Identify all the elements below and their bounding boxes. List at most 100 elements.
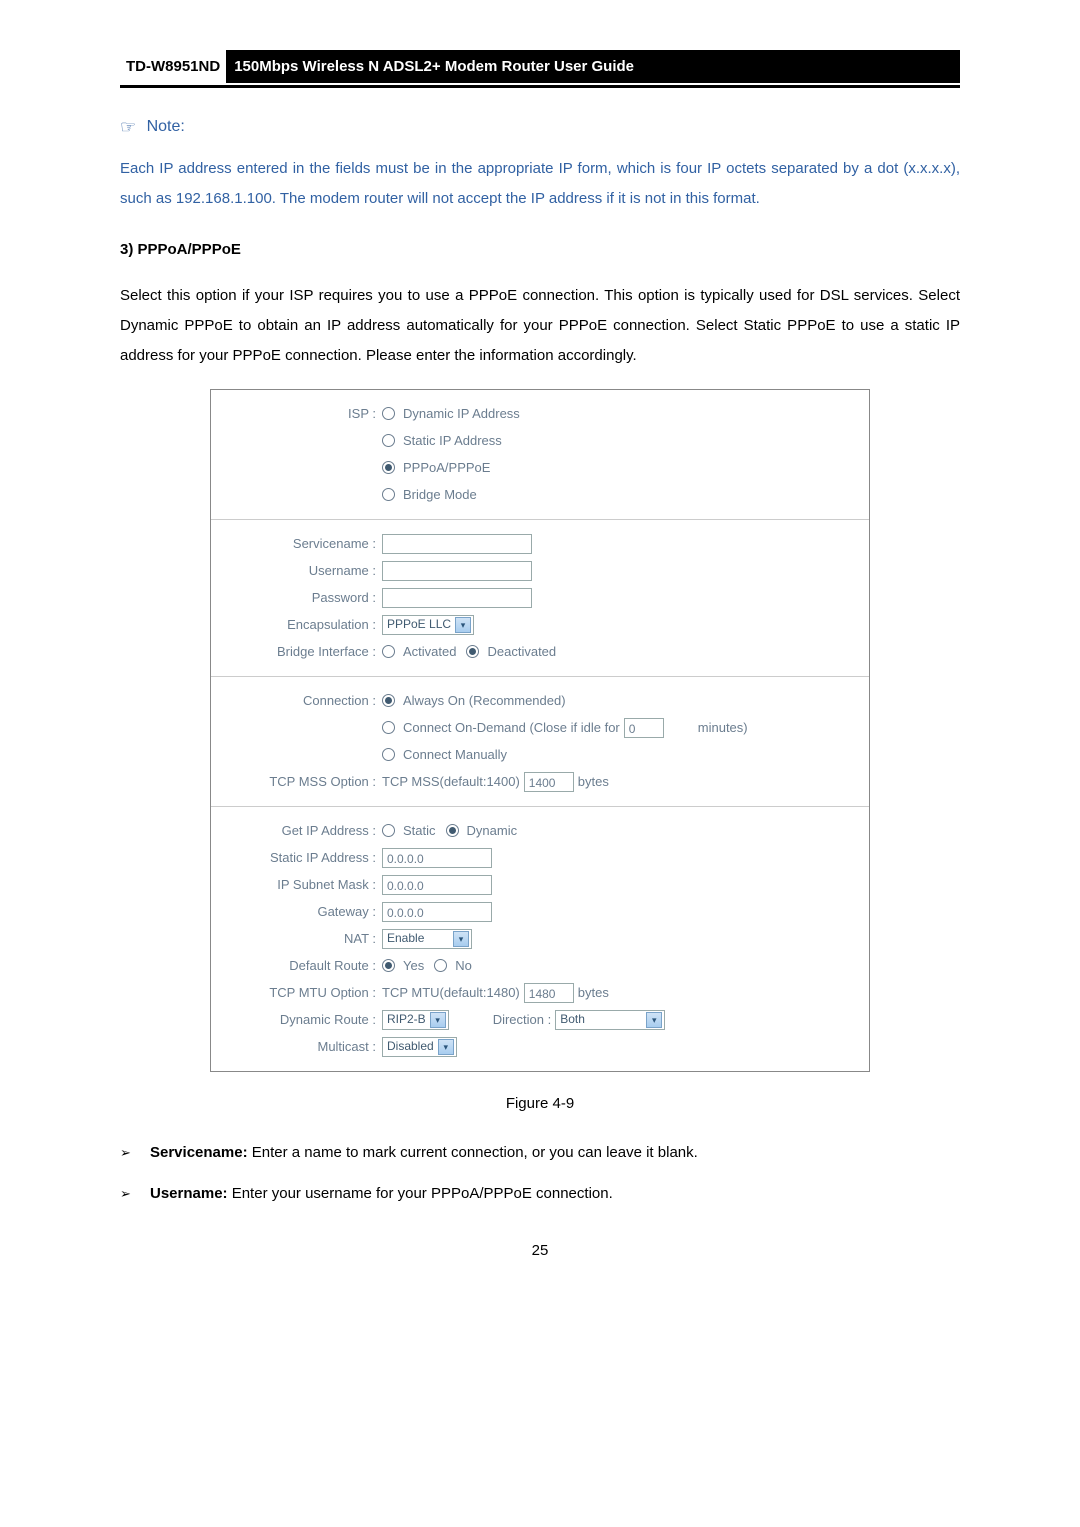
username-label: Username :: [227, 559, 382, 582]
section-body: Select this option if your ISP requires …: [120, 281, 960, 371]
tcp-mtu-pre: TCP MTU(default:1480): [382, 981, 520, 1004]
bullet-item: ➢ Username: Enter your username for your…: [120, 1180, 960, 1207]
default-route-yes-text: Yes: [403, 954, 424, 977]
getip-dynamic-radio[interactable]: [446, 824, 459, 837]
ip-section: Get IP Address : Static Dynamic Static I…: [211, 807, 869, 1071]
tcp-mss-bytes: bytes: [578, 770, 609, 793]
nat-select[interactable]: Enable ▾: [382, 929, 472, 949]
header-inner: TD-W8951ND 150Mbps Wireless N ADSL2+ Mod…: [120, 50, 960, 83]
connection-label: Connection :: [227, 689, 382, 712]
conn-ondemand-radio[interactable]: [382, 721, 395, 734]
config-figure: ISP : Dynamic IP Address Static IP Addre…: [120, 389, 960, 1072]
conn-always-radio[interactable]: [382, 694, 395, 707]
isp-pppoa-text: PPPoA/PPPoE: [403, 456, 490, 479]
getip-static-text: Static: [403, 819, 436, 842]
conn-manual-text: Connect Manually: [403, 743, 507, 766]
nat-label: NAT :: [227, 927, 382, 950]
connection-section: Connection : Always On (Recommended) Con…: [211, 677, 869, 807]
password-input[interactable]: [382, 588, 532, 608]
multicast-label: Multicast :: [227, 1035, 382, 1058]
pointing-hand-icon: ☞: [120, 118, 136, 136]
nat-value: Enable: [387, 928, 424, 950]
figure-caption: Figure 4-9: [120, 1090, 960, 1117]
isp-static-text: Static IP Address: [403, 429, 502, 452]
bullet-item: ➢ Servicename: Enter a name to mark curr…: [120, 1139, 960, 1166]
chevron-down-icon: ▾: [455, 617, 471, 633]
note-label: ☞ Note:: [120, 113, 960, 142]
chevron-down-icon: ▾: [646, 1012, 662, 1028]
conn-idle-input[interactable]: 0: [624, 718, 664, 738]
bullet-rest: Enter a name to mark current connection,…: [248, 1144, 698, 1161]
servicename-input[interactable]: [382, 534, 532, 554]
tcp-mtu-label: TCP MTU Option :: [227, 981, 382, 1004]
static-ip-input[interactable]: 0.0.0.0: [382, 848, 492, 868]
default-route-no-radio[interactable]: [434, 959, 447, 972]
model-id: TD-W8951ND: [120, 50, 226, 83]
doc-title: 150Mbps Wireless N ADSL2+ Modem Router U…: [226, 50, 960, 83]
encapsulation-select[interactable]: PPPoE LLC ▾: [382, 615, 474, 635]
conn-always-text: Always On (Recommended): [403, 689, 566, 712]
getip-dynamic-text: Dynamic: [467, 819, 518, 842]
direction-select[interactable]: Both ▾: [555, 1010, 665, 1030]
isp-section: ISP : Dynamic IP Address Static IP Addre…: [211, 390, 869, 520]
servicename-label: Servicename :: [227, 532, 382, 555]
direction-label: Direction :: [493, 1008, 552, 1031]
credentials-section: Servicename : Username : Password : Enca…: [211, 520, 869, 677]
tcp-mss-label: TCP MSS Option :: [227, 770, 382, 793]
bullet-text: Username: Enter your username for your P…: [150, 1180, 613, 1207]
username-input[interactable]: [382, 561, 532, 581]
gateway-label: Gateway :: [227, 900, 382, 923]
bridge-activated-text: Activated: [403, 640, 456, 663]
isp-bridge-text: Bridge Mode: [403, 483, 477, 506]
getip-static-radio[interactable]: [382, 824, 395, 837]
subnet-label: IP Subnet Mask :: [227, 873, 382, 896]
page-number: 25: [120, 1237, 960, 1264]
dynamic-route-value: RIP2-B: [387, 1009, 426, 1031]
note-body: Each IP address entered in the fields mu…: [120, 154, 960, 214]
dynamic-route-label: Dynamic Route :: [227, 1008, 382, 1031]
subnet-input[interactable]: 0.0.0.0: [382, 875, 492, 895]
section-heading: 3) PPPoA/PPPoE: [120, 236, 960, 263]
bridge-deactivated-radio[interactable]: [466, 645, 479, 658]
static-ip-label: Static IP Address :: [227, 846, 382, 869]
conn-ondemand-post: minutes): [698, 716, 748, 739]
default-route-yes-radio[interactable]: [382, 959, 395, 972]
tcp-mtu-bytes: bytes: [578, 981, 609, 1004]
direction-value: Both: [560, 1009, 585, 1031]
isp-pppoa-radio[interactable]: [382, 461, 395, 474]
chevron-down-icon: ▾: [438, 1039, 454, 1055]
bridge-activated-radio[interactable]: [382, 645, 395, 658]
note-label-text: Note:: [147, 118, 185, 135]
bullet-bold: Username:: [150, 1185, 228, 1202]
doc-header: TD-W8951ND 150Mbps Wireless N ADSL2+ Mod…: [120, 50, 960, 88]
multicast-value: Disabled: [387, 1036, 434, 1058]
bullet-bold: Servicename:: [150, 1144, 248, 1161]
bullet-arrow-icon: ➢: [120, 1139, 150, 1166]
tcp-mss-pre: TCP MSS(default:1400): [382, 770, 520, 793]
encapsulation-label: Encapsulation :: [227, 613, 382, 636]
tcp-mtu-input[interactable]: 1480: [524, 983, 574, 1003]
isp-static-radio[interactable]: [382, 434, 395, 447]
tcp-mss-input[interactable]: 1400: [524, 772, 574, 792]
multicast-select[interactable]: Disabled ▾: [382, 1037, 457, 1057]
isp-label: ISP :: [227, 402, 382, 425]
chevron-down-icon: ▾: [430, 1012, 446, 1028]
bullet-arrow-icon: ➢: [120, 1180, 150, 1207]
bridge-deactivated-text: Deactivated: [487, 640, 556, 663]
bridge-interface-label: Bridge Interface :: [227, 640, 382, 663]
chevron-down-icon: ▾: [453, 931, 469, 947]
default-route-no-text: No: [455, 954, 472, 977]
encapsulation-value: PPPoE LLC: [387, 614, 451, 636]
bullet-text: Servicename: Enter a name to mark curren…: [150, 1139, 698, 1166]
isp-dynamic-text: Dynamic IP Address: [403, 402, 520, 425]
default-route-label: Default Route :: [227, 954, 382, 977]
isp-bridge-radio[interactable]: [382, 488, 395, 501]
password-label: Password :: [227, 586, 382, 609]
conn-manual-radio[interactable]: [382, 748, 395, 761]
getip-label: Get IP Address :: [227, 819, 382, 842]
bullet-rest: Enter your username for your PPPoA/PPPoE…: [228, 1185, 613, 1202]
isp-dynamic-radio[interactable]: [382, 407, 395, 420]
gateway-input[interactable]: 0.0.0.0: [382, 902, 492, 922]
dynamic-route-select[interactable]: RIP2-B ▾: [382, 1010, 449, 1030]
conn-ondemand-pre: Connect On-Demand (Close if idle for: [403, 716, 620, 739]
